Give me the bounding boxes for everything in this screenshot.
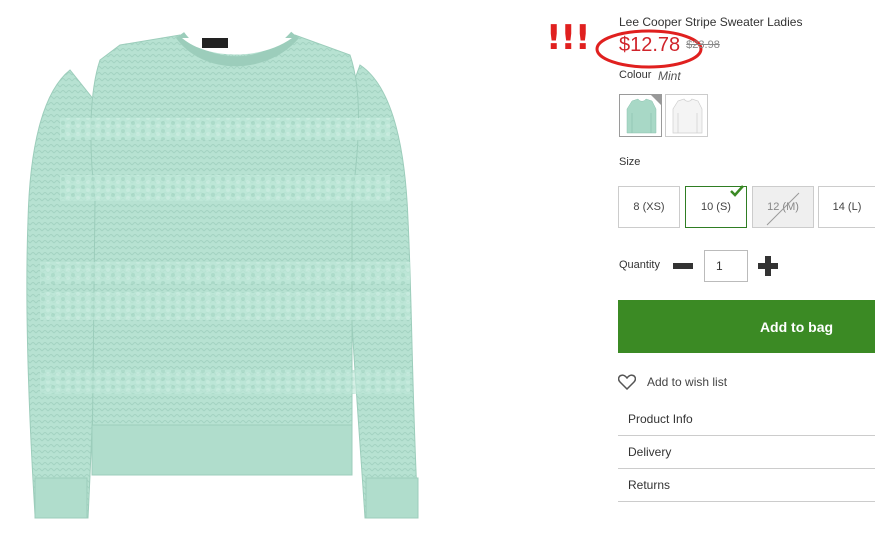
- unavailable-slash-icon: [766, 192, 800, 226]
- current-price: $12.78: [619, 34, 681, 56]
- accordion-delivery[interactable]: Delivery: [618, 436, 875, 469]
- plus-icon: [758, 256, 778, 276]
- swatch-white[interactable]: [665, 94, 708, 137]
- swatch-mint[interactable]: [619, 94, 662, 137]
- info-accordion: Product Info Delivery Returns: [618, 403, 875, 502]
- size-option-8[interactable]: 8 (XS): [618, 186, 680, 228]
- quantity-input[interactable]: 1: [704, 250, 748, 282]
- selected-corner-icon: [651, 95, 661, 105]
- annotation-exclamation: !!!: [546, 18, 591, 58]
- wishlist-label: Add to wish list: [647, 375, 728, 389]
- colour-label: Colour: [619, 69, 652, 81]
- heart-icon: [618, 374, 636, 390]
- wishlist-link[interactable]: Add to wish list: [618, 372, 727, 392]
- accordion-product-info[interactable]: Product Info: [618, 403, 875, 436]
- quantity-decrease-button[interactable]: [672, 256, 694, 276]
- original-price: $23.98: [686, 39, 720, 51]
- product-title: Lee Cooper Stripe Sweater Ladies: [619, 15, 803, 29]
- size-option-10[interactable]: 10 (S): [685, 185, 747, 228]
- size-option-label: 8 (XS): [633, 201, 665, 213]
- size-option-label: 14 (L): [832, 201, 862, 213]
- accordion-returns[interactable]: Returns: [618, 469, 875, 502]
- product-image: [0, 0, 470, 533]
- size-option-14[interactable]: 14 (L): [818, 186, 875, 228]
- quantity-label: Quantity: [619, 259, 660, 271]
- size-option-12[interactable]: 12 (M): [752, 186, 814, 228]
- price-row: $12.78 $23.98: [619, 34, 720, 60]
- add-to-bag-button[interactable]: Add to bag: [618, 300, 875, 353]
- size-label: Size: [619, 156, 641, 168]
- check-icon: [730, 185, 744, 197]
- colour-value: Mint: [658, 69, 681, 83]
- minus-icon: [673, 263, 693, 269]
- size-option-label: 10 (S): [701, 201, 731, 213]
- quantity-increase-button[interactable]: [757, 256, 779, 276]
